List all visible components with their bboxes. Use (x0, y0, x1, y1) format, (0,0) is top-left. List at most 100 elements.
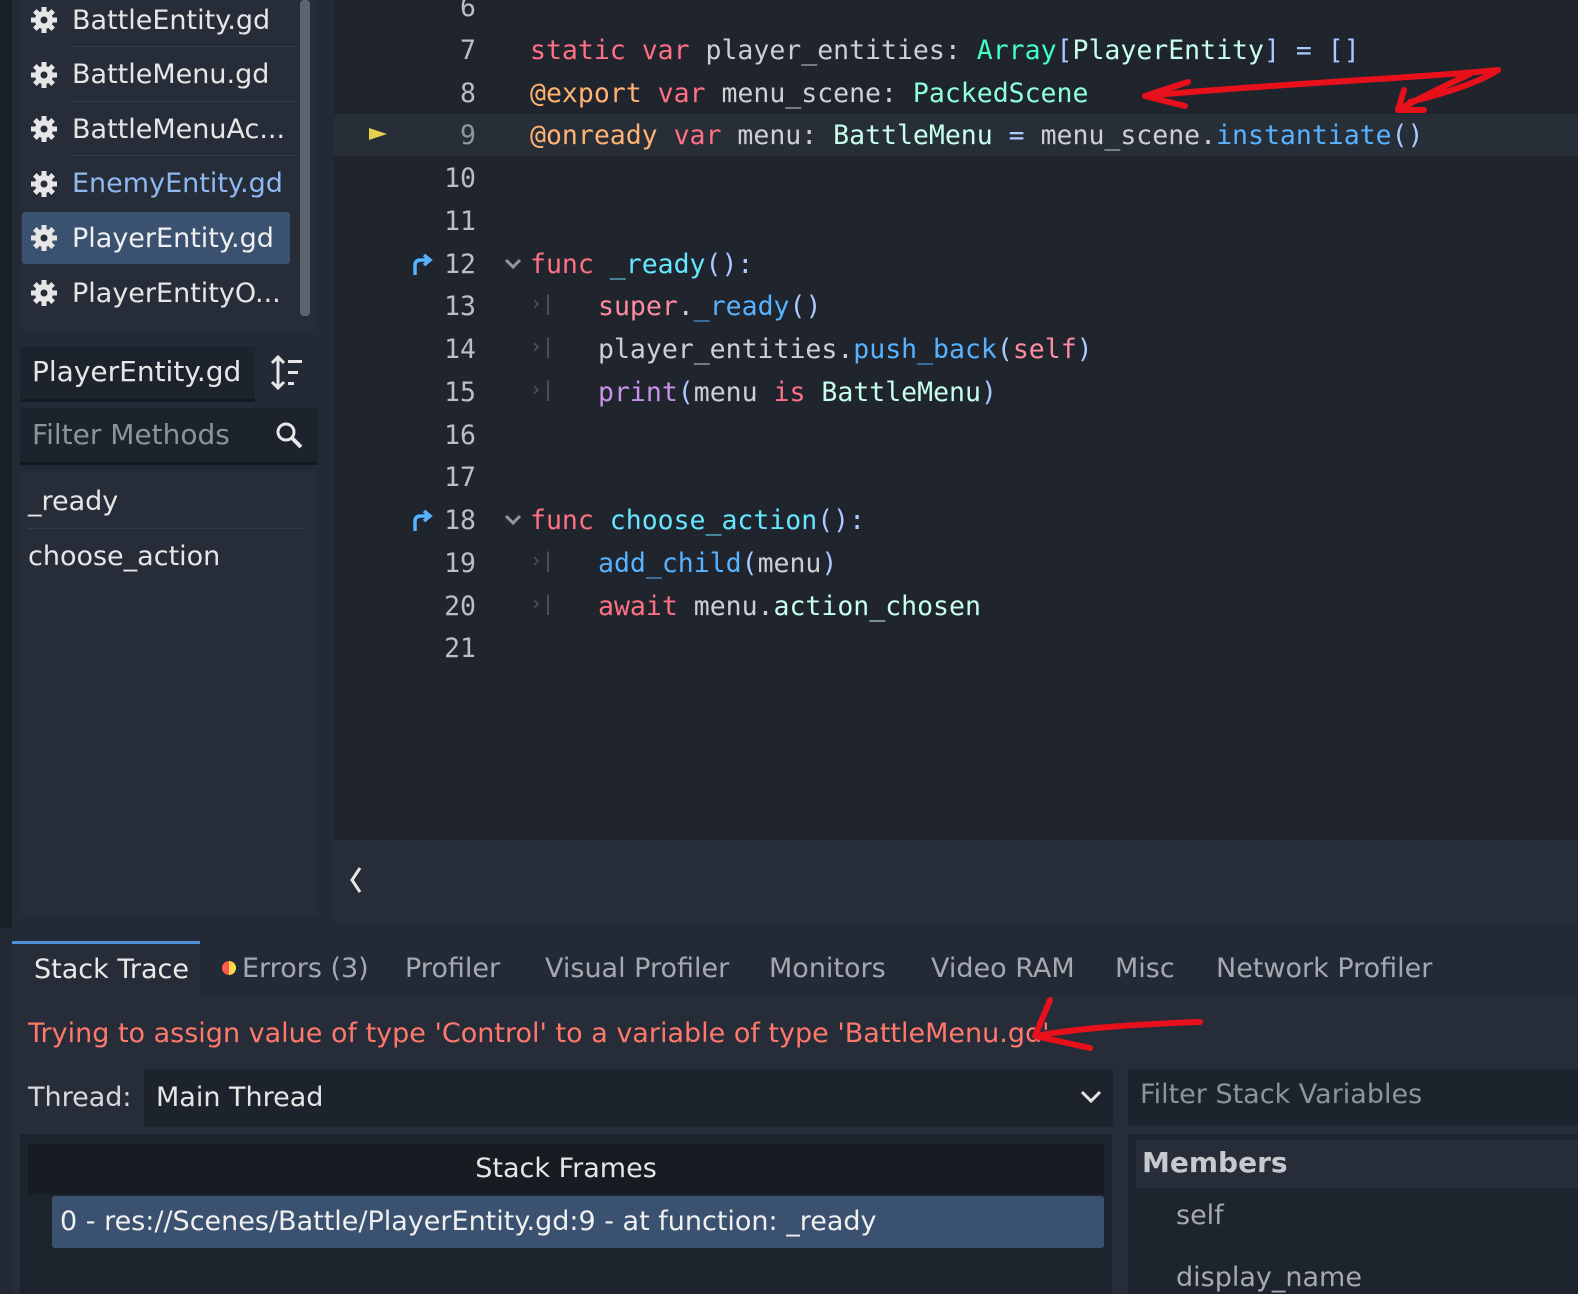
toggle-scripts-panel-button[interactable] (344, 860, 368, 900)
code-line[interactable]: 7 static var player_entities: Array[Playe… (334, 29, 1578, 72)
indent-guide-icon: ›| (530, 291, 555, 316)
debugger-tab-label: Network Profiler (1216, 953, 1433, 984)
script-file-name: EnemyEntity.gd (72, 168, 283, 200)
file-list-divider (70, 155, 298, 157)
line-number: 15 (444, 376, 476, 408)
filter-stack-variables-input[interactable]: Filter Stack Variables (1128, 1069, 1578, 1125)
line-number: 6 (460, 0, 476, 23)
code-line[interactable]: 8 @export var menu_scene: PackedScene (334, 72, 1578, 115)
line-number: 20 (444, 590, 476, 622)
code-line[interactable]: 15 ›| print(menu is BattleMenu) (334, 371, 1578, 414)
code-text: func choose_action(): (530, 505, 865, 536)
code-token: @export (530, 77, 658, 109)
line-number: 12 (444, 248, 476, 280)
code-token: player_entities. (598, 334, 854, 365)
script-file-item[interactable]: EnemyEntity.gd (22, 158, 290, 210)
fold-chevron-icon[interactable] (502, 509, 524, 531)
line-number: 9 (460, 120, 476, 152)
line-number: 16 (444, 419, 476, 451)
code-token: ) (1076, 334, 1093, 365)
left-window-edge (0, 0, 12, 928)
line-number: 10 (444, 163, 476, 194)
code-line[interactable]: 18 func choose_action(): (334, 499, 1578, 542)
members-header[interactable]: Members (1136, 1140, 1578, 1188)
code-token: menu. (693, 590, 774, 622)
script-file-item[interactable]: BattleMenuAc... (22, 103, 290, 155)
error-warning-dot-icon (222, 961, 236, 975)
debugger-tab[interactable]: Video RAM (931, 953, 1075, 984)
code-token: [ (1056, 34, 1073, 66)
code-token: func (530, 248, 610, 280)
line-number: 17 (444, 462, 476, 494)
code-line[interactable]: 19 ›| add_child(menu) (334, 542, 1578, 585)
line-number: 11 (444, 205, 476, 237)
debugger-tab[interactable]: Monitors (769, 953, 886, 984)
script-file-item[interactable]: PlayerEntity.gd (22, 212, 290, 265)
code-token: player_entities: (705, 34, 977, 66)
code-token: Array (976, 34, 1057, 66)
thread-label: Thread: (28, 1082, 132, 1113)
gear-icon (31, 116, 57, 143)
debugger-tab[interactable]: Misc (1115, 953, 1175, 984)
code-token: static (530, 34, 642, 66)
line-number: 8 (460, 77, 476, 109)
code-line[interactable]: 12 func _ready(): (334, 243, 1578, 286)
debugger-tab-label: Video RAM (931, 953, 1075, 984)
code-token: (): (705, 248, 754, 280)
code-line[interactable]: 6 (334, 0, 1578, 29)
tab-stack-trace[interactable]: Stack Trace (12, 941, 200, 1000)
code-token: () (1391, 120, 1424, 152)
indent-guide-icon: ›| (530, 590, 555, 615)
code-token: PackedScene (912, 77, 1089, 109)
code-line[interactable]: 16 (334, 414, 1578, 457)
code-line[interactable]: 14 ›| player_entities.push_back(self) (334, 328, 1578, 371)
stack-frames-header-label: Stack Frames (475, 1153, 657, 1184)
sort-button[interactable] (268, 352, 308, 394)
method-item[interactable]: _ready (28, 486, 118, 517)
code-editor[interactable]: 6 7 static var player_entities: Array[Play… (334, 0, 1578, 840)
code-text: print(menu is BattleMenu) (598, 377, 997, 408)
member-self[interactable]: self (1176, 1200, 1224, 1231)
thread-select[interactable]: Main Thread (144, 1069, 1113, 1127)
code-token: add_child (598, 547, 742, 579)
stack-frame-row[interactable]: 0 - res://Scenes/Battle/PlayerEntity.gd:… (52, 1196, 1104, 1248)
code-token: action_chosen (773, 590, 981, 622)
code-token: () (789, 291, 822, 323)
debugger-tab-label: Monitors (769, 953, 886, 984)
file-list-scrollbar[interactable] (300, 0, 310, 316)
filter-stack-variables-placeholder: Filter Stack Variables (1140, 1079, 1423, 1110)
fold-chevron-icon[interactable] (502, 253, 524, 275)
code-token: self (1012, 334, 1077, 365)
script-file-item[interactable]: BattleEntity.gd (22, 0, 290, 46)
stack-frame-label: 0 - res://Scenes/Battle/PlayerEntity.gd:… (60, 1206, 877, 1237)
script-file-item[interactable]: BattleMenu.gd (22, 49, 290, 101)
code-token: ] = [] (1263, 34, 1360, 66)
code-token: is (773, 376, 822, 408)
override-icon[interactable] (410, 507, 436, 533)
code-line[interactable]: 13 ›| super._ready() (334, 285, 1578, 328)
method-item[interactable]: choose_action (28, 541, 220, 572)
script-file-item[interactable]: PlayerEntityO... (22, 267, 290, 319)
script-file-name: BattleMenu.gd (72, 59, 270, 91)
line-number: 7 (460, 34, 476, 66)
line-number: 18 (444, 505, 476, 536)
code-line[interactable]: 10 (334, 157, 1578, 200)
member-display-name[interactable]: display_name (1176, 1262, 1362, 1293)
override-icon[interactable] (410, 251, 436, 277)
filter-methods-input[interactable]: Filter Methods (20, 408, 318, 465)
gear-icon (31, 225, 57, 252)
debugger-tab[interactable]: Errors (3) (222, 953, 369, 984)
debugger-tab[interactable]: Visual Profiler (545, 953, 729, 984)
stack-frames-header: Stack Frames (28, 1144, 1104, 1194)
code-token: BattleMenu (821, 376, 981, 408)
code-line[interactable]: 21 (334, 627, 1578, 670)
debugger-tab[interactable]: Profiler (405, 953, 500, 984)
code-line[interactable]: 9 @onready var menu: BattleMenu = menu_sc… (334, 114, 1578, 157)
code-line[interactable]: 20 ›| await menu.action_chosen (334, 585, 1578, 628)
code-text: static var player_entities: Array[Player… (530, 35, 1360, 66)
code-token: BattleMenu (833, 120, 993, 152)
code-line[interactable]: 17 (334, 456, 1578, 499)
debugger-tab[interactable]: Network Profiler (1216, 953, 1432, 984)
thread-select-value: Main Thread (156, 1082, 324, 1113)
code-line[interactable]: 11 (334, 200, 1578, 243)
